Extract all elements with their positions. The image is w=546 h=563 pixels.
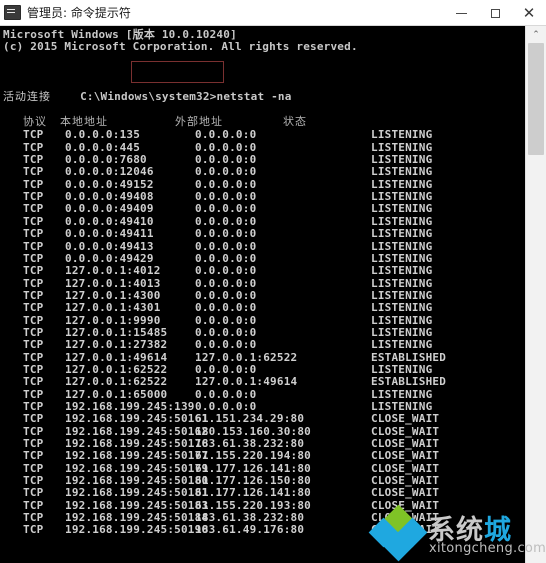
maximize-icon — [490, 8, 500, 18]
cell-foreign-address: 0.0.0.0:0 — [195, 301, 257, 315]
minimize-icon — [455, 12, 467, 14]
table-row: TCP 192.168.199.245:50190 183.61.49.176:80… — [3, 523, 525, 537]
cell-protocol: TCP — [23, 449, 44, 463]
cell-foreign-address: 127.0.0.1:49614 — [195, 375, 298, 389]
command-prompt-line[interactable]: C:\Windows\system32>netstat -na — [3, 61, 525, 103]
cell-state: LISTENING — [371, 338, 433, 352]
cell-foreign-address: 0.0.0.0:0 — [195, 165, 257, 179]
cell-protocol: TCP — [23, 128, 44, 142]
table-row: TCP 127.0.0.1:4012 0.0.0.0:0 LISTENING — [3, 264, 525, 278]
table-row: TCP 192.168.199.245:50161 61.151.234.29:80… — [3, 412, 525, 426]
table-row: TCP 127.0.0.1:62522 127.0.0.1:49614 ESTABLI… — [3, 375, 525, 389]
prompt-path: C:\Windows\system32> — [80, 90, 217, 104]
cell-local-address: 127.0.0.1:4301 — [65, 301, 161, 315]
maximize-button[interactable] — [478, 0, 512, 26]
cell-state: LISTENING — [371, 128, 433, 142]
cell-local-address: 0.0.0.0:12046 — [65, 165, 154, 179]
cell-local-address: 0.0.0.0:49409 — [65, 202, 154, 216]
cell-foreign-address: 183.61.49.176:80 — [195, 523, 305, 537]
cell-state: LISTENING — [371, 202, 433, 216]
cell-foreign-address: 61.177.126.141:80 — [195, 486, 311, 500]
cell-protocol: TCP — [23, 338, 44, 352]
cell-state: ESTABLISHED — [371, 375, 447, 389]
cell-protocol: TCP — [23, 412, 44, 426]
console-icon — [4, 5, 21, 20]
cell-foreign-address: 61.155.220.194:80 — [195, 449, 311, 463]
cell-state: CLOSE_WAIT — [371, 412, 440, 426]
netstat-rows-container: TCP 0.0.0.0:135 0.0.0.0:0 LISTENING TCP 0.0.0… — [3, 128, 525, 537]
cell-state: LISTENING — [371, 239, 433, 253]
cell-foreign-address: 0.0.0.0:0 — [195, 338, 257, 352]
scrollbar-track[interactable] — [526, 43, 546, 563]
table-row: TCP 0.0.0.0:49411 0.0.0.0:0 LISTENING — [3, 227, 525, 241]
console-output-area[interactable]: Microsoft Windows [版本 10.0.10240] (c) 20… — [0, 26, 525, 563]
table-row: TCP 192.168.199.245:50181 61.177.126.141:8… — [3, 486, 525, 500]
cell-local-address: 192.168.199.245:50161 — [65, 412, 209, 426]
cell-protocol: TCP — [23, 202, 44, 216]
table-row: TCP 127.0.0.1:4301 0.0.0.0:0 LISTENING — [3, 301, 525, 315]
cell-protocol: TCP — [23, 301, 44, 315]
window-title: 管理员: 命令提示符 — [27, 5, 131, 20]
table-row: TCP 0.0.0.0:12046 0.0.0.0:0 LISTENING — [3, 165, 525, 179]
scroll-up-arrow-icon[interactable]: ⌃ — [526, 26, 546, 43]
window-titlebar[interactable]: 管理员: 命令提示符 ✕ — [0, 0, 546, 26]
cell-state: LISTENING — [371, 165, 433, 179]
table-row: TCP 0.0.0.0:49413 0.0.0.0:0 LISTENING — [3, 239, 525, 253]
cell-protocol: TCP — [23, 227, 44, 241]
table-header-row: 协议 本地地址 外部地址 状态 — [3, 115, 525, 129]
command-prompt-window: 管理员: 命令提示符 ✕ Microsoft Windows [版本 10.0.… — [0, 0, 546, 563]
scrollbar-thumb[interactable] — [528, 43, 544, 155]
cell-local-address: 192.168.199.245:50190 — [65, 523, 209, 537]
banner-line-2: (c) 2015 Microsoft Corporation. All righ… — [3, 40, 358, 54]
table-row: TCP 0.0.0.0:135 0.0.0.0:0 LISTENING — [3, 128, 525, 142]
cell-state: LISTENING — [371, 264, 433, 278]
console-text-content: Microsoft Windows [版本 10.0.10240] (c) 20… — [0, 26, 525, 537]
cell-protocol: TCP — [23, 264, 44, 278]
cell-local-address: 192.168.199.245:50181 — [65, 486, 209, 500]
cell-foreign-address: 0.0.0.0:0 — [195, 128, 257, 142]
table-row: TCP 0.0.0.0:49409 0.0.0.0:0 LISTENING — [3, 202, 525, 216]
cell-protocol: TCP — [23, 239, 44, 253]
minimize-button[interactable] — [444, 0, 478, 26]
header-state: 状态 — [283, 115, 307, 129]
cell-foreign-address: 0.0.0.0:0 — [195, 239, 257, 253]
header-protocol: 协议 — [23, 115, 47, 129]
header-local-address: 本地地址 — [60, 115, 108, 129]
cell-protocol: TCP — [23, 523, 44, 537]
cell-state: LISTENING — [371, 227, 433, 241]
cell-state: CLOSE_WAIT — [371, 486, 440, 500]
cell-foreign-address: 0.0.0.0:0 — [195, 264, 257, 278]
header-foreign-address: 外部地址 — [175, 115, 223, 129]
cell-local-address: 127.0.0.1:4012 — [65, 264, 161, 278]
cell-local-address: 192.168.199.245:50177 — [65, 449, 209, 463]
cell-local-address: 0.0.0.0:49413 — [65, 239, 154, 253]
cell-local-address: 0.0.0.0:135 — [65, 128, 141, 142]
cell-foreign-address: 61.151.234.29:80 — [195, 412, 305, 426]
close-icon: ✕ — [522, 3, 536, 22]
cell-protocol: TCP — [23, 375, 44, 389]
table-row: TCP 127.0.0.1:27382 0.0.0.0:0 LISTENING — [3, 338, 525, 352]
cell-foreign-address: 0.0.0.0:0 — [195, 202, 257, 216]
window-controls: ✕ — [444, 0, 546, 26]
cell-state: CLOSE_WAIT — [371, 449, 440, 463]
cell-state: LISTENING — [371, 301, 433, 315]
console-scrollbar[interactable]: ⌃ — [525, 26, 546, 563]
cell-protocol: TCP — [23, 486, 44, 500]
cell-local-address: 127.0.0.1:27382 — [65, 338, 168, 352]
cell-local-address: 127.0.0.1:62522 — [65, 375, 168, 389]
entered-command: netstat -na — [216, 90, 292, 104]
cell-local-address: 0.0.0.0:49411 — [65, 227, 154, 241]
table-row: TCP 192.168.199.245:50177 61.155.220.194:8… — [3, 449, 525, 463]
cell-protocol: TCP — [23, 165, 44, 179]
cell-state: CLOSE_WAIT — [371, 523, 440, 537]
cell-foreign-address: 0.0.0.0:0 — [195, 227, 257, 241]
close-button[interactable]: ✕ — [512, 0, 546, 26]
